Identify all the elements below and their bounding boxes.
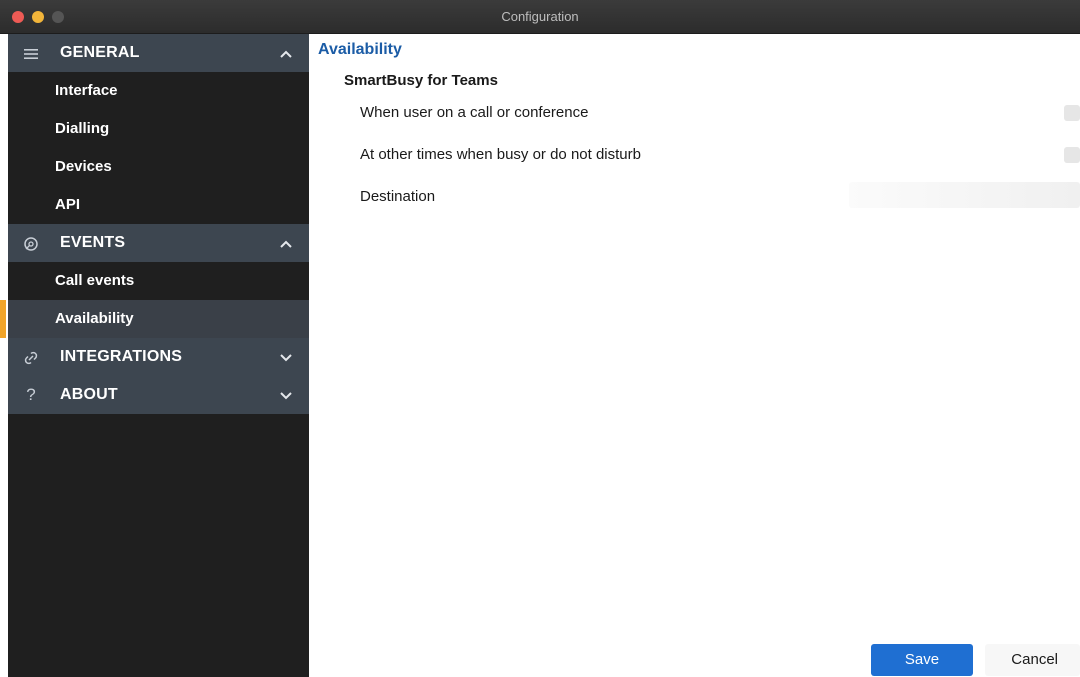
sidebar-item-label: API xyxy=(55,196,81,213)
busy-dnd-setting-control[interactable] xyxy=(1064,147,1080,163)
section-about-label: ABOUT xyxy=(60,386,118,403)
sidebar-item-label: Devices xyxy=(55,158,112,175)
page-title: Availability xyxy=(318,41,402,58)
chevron-down-icon xyxy=(277,376,295,414)
destination-label: Destination xyxy=(360,188,436,205)
sidebar-item-label: Interface xyxy=(55,82,118,99)
on-call-setting-control[interactable] xyxy=(1064,105,1080,121)
sidebar-item-api[interactable]: API xyxy=(8,186,309,224)
save-button[interactable]: Save xyxy=(871,644,973,676)
menu-icon xyxy=(18,34,44,72)
sidebar-item-label: Dialling xyxy=(55,120,110,137)
sidebar-item-interface[interactable]: Interface xyxy=(8,72,309,110)
section-about[interactable]: ? ABOUT xyxy=(8,376,309,414)
section-general[interactable]: GENERAL xyxy=(8,34,309,72)
busy-dnd-setting-label: At other times when busy or do not distu… xyxy=(360,146,641,163)
sidebar: GENERAL Interface Dialling Devices API E… xyxy=(0,34,309,677)
section-general-label: GENERAL xyxy=(60,44,140,61)
section-integrations[interactable]: INTEGRATIONS xyxy=(8,338,309,376)
window-title: Configuration xyxy=(501,9,579,24)
sidebar-item-label: Call events xyxy=(55,272,135,289)
on-call-setting-label: When user on a call or conference xyxy=(360,104,589,121)
events-icon xyxy=(18,224,44,262)
main-content: Availability SmartBusy for Teams When us… xyxy=(309,34,1080,677)
sidebar-item-call-events[interactable]: Call events xyxy=(8,262,309,300)
section-events[interactable]: EVENTS xyxy=(8,224,309,262)
section-integrations-label: INTEGRATIONS xyxy=(60,348,183,365)
question-icon: ? xyxy=(26,385,36,404)
link-icon xyxy=(18,338,44,376)
sidebar-item-dialling[interactable]: Dialling xyxy=(8,110,309,148)
sidebar-item-devices[interactable]: Devices xyxy=(8,148,309,186)
title-bar: Configuration xyxy=(0,0,1080,34)
chevron-down-icon xyxy=(277,338,295,376)
group-title: SmartBusy for Teams xyxy=(344,72,498,89)
section-events-label: EVENTS xyxy=(60,234,126,251)
active-indicator xyxy=(0,300,6,338)
configuration-window: Configuration GENERAL Interface Dialling… xyxy=(0,0,1080,677)
chevron-up-icon xyxy=(277,224,295,262)
sidebar-item-availability[interactable]: Availability xyxy=(0,300,309,338)
destination-select[interactable] xyxy=(849,182,1080,208)
sidebar-item-label: Availability xyxy=(55,310,134,327)
cancel-button[interactable]: Cancel xyxy=(985,644,1080,676)
chevron-up-icon xyxy=(277,34,295,72)
